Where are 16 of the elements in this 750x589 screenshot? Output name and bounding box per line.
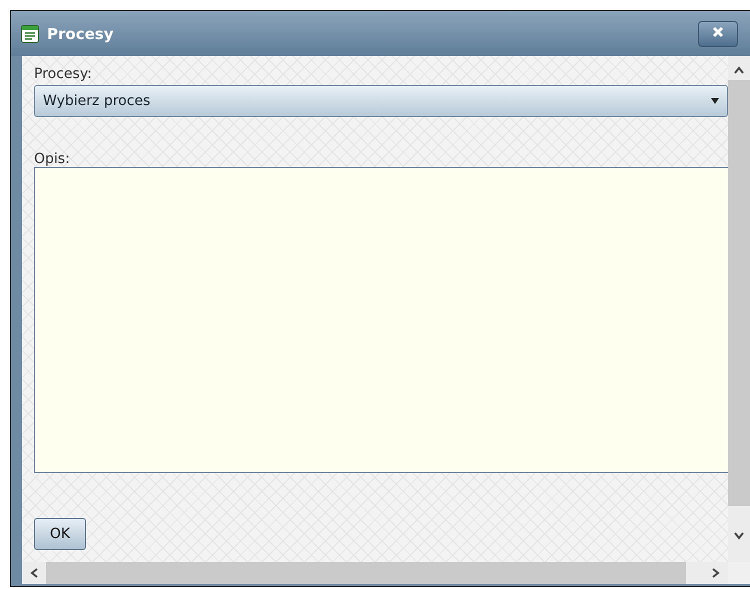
scroll-left-icon[interactable] xyxy=(30,568,38,578)
window-title: Procesy xyxy=(47,24,114,42)
process-label: Procesy: xyxy=(34,66,93,82)
close-button[interactable] xyxy=(698,20,738,46)
vertical-scrollbar[interactable] xyxy=(728,56,750,562)
horizontal-scrollbar[interactable] xyxy=(22,562,728,584)
close-icon xyxy=(712,26,724,38)
ok-button[interactable]: OK xyxy=(34,518,86,550)
dropdown-caret-icon xyxy=(711,98,719,104)
scroll-down-icon[interactable] xyxy=(734,532,744,540)
process-dropdown[interactable]: Wybierz proces xyxy=(34,85,728,117)
description-label: Opis: xyxy=(34,151,71,167)
scroll-right-icon[interactable] xyxy=(712,568,720,578)
description-field[interactable] xyxy=(34,167,728,473)
scroll-up-icon[interactable] xyxy=(734,66,744,74)
list-icon xyxy=(21,24,39,42)
